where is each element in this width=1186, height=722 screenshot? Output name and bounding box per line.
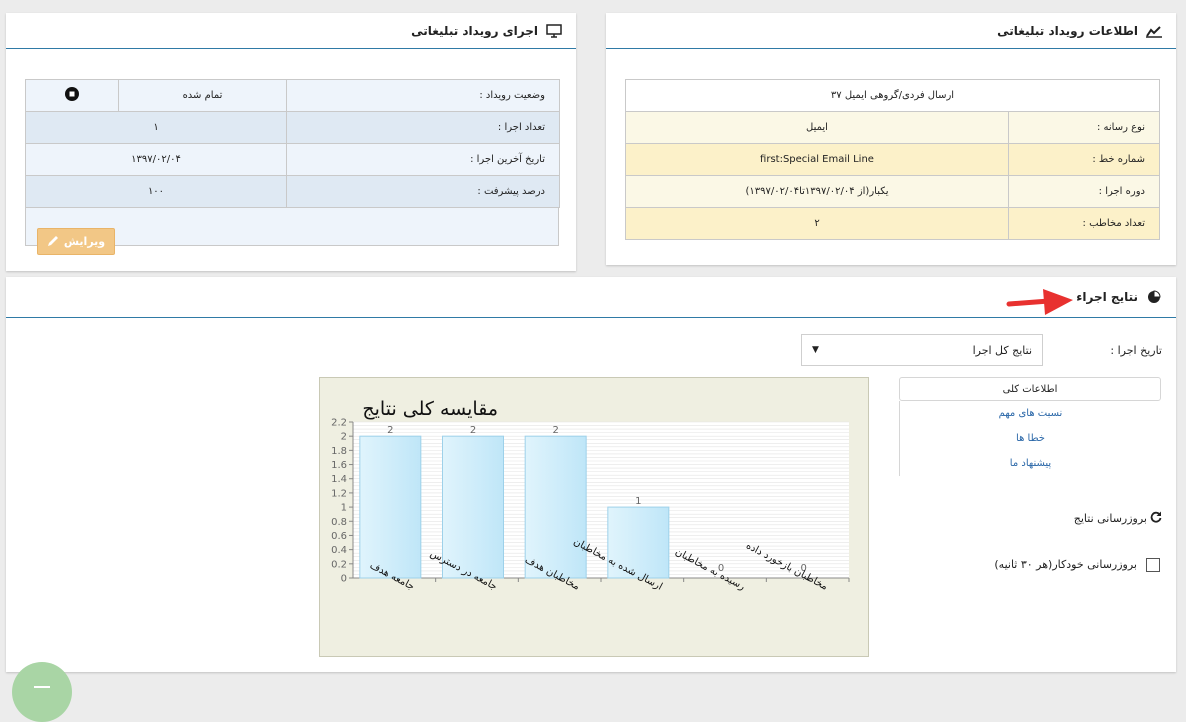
campaign-info-panel: اطلاعات رویداد تبلیغاتی ارسال فردی/گروهی…: [606, 13, 1176, 265]
y-tick-label: 0.4: [331, 545, 347, 556]
audience-count-value: ۲: [625, 207, 1009, 240]
auto-refresh-label: بروزرسانی خودکار(هر ۳۰ ثانیه): [994, 558, 1137, 571]
campaign-info-header: اطلاعات رویداد تبلیغاتی: [606, 13, 1176, 49]
refresh-label: بروزرسانی نتایج: [1073, 512, 1147, 525]
floating-menu-button[interactable]: [12, 662, 72, 722]
bar: [359, 435, 422, 579]
data-label: 2: [387, 425, 393, 436]
audience-count-label: تعداد مخاطب :: [1008, 207, 1160, 240]
table-row: تاریخ آخرین اجرا : ۱۳۹۷/۰۲/۰۴: [25, 143, 560, 176]
data-label: 2: [470, 425, 476, 436]
data-label: 1: [635, 496, 641, 507]
execution-panel: اجرای رویداد تبلیغاتی وضعیت رویداد : تما…: [6, 13, 576, 271]
edit-button-label: ویرایش: [63, 235, 106, 248]
table-row: تعداد مخاطب : ۲: [625, 207, 1160, 240]
y-tick-label: 0: [341, 574, 347, 585]
results-title: نتایج اجراء: [1076, 290, 1138, 304]
table-row: درصد پیشرفت : ۱۰۰: [25, 175, 560, 208]
bar: [524, 435, 587, 579]
media-type-label: نوع رسانه :: [1008, 111, 1160, 144]
y-tick-label: 1: [341, 503, 347, 514]
line-number-label: شماره خط :: [1008, 143, 1160, 176]
pencil-icon: [47, 234, 60, 250]
progress-label: درصد پیشرفت :: [286, 175, 560, 208]
y-tick-label: 0.2: [331, 559, 347, 570]
tab-errors[interactable]: خطا ها: [900, 426, 1161, 451]
table-row: نوع رسانه : ایمیل: [625, 111, 1160, 144]
refresh-results-button[interactable]: بروزرسانی نتایج: [1074, 511, 1162, 526]
date-label: تاریخ اجرا :: [1110, 344, 1162, 357]
table-row: شماره خط : first:Special Email Line: [625, 143, 1160, 176]
y-tick-label: 1.8: [331, 446, 347, 457]
tab-suggestions[interactable]: پیشنهاد ما: [900, 451, 1161, 476]
status-label: وضعیت رویداد :: [286, 79, 560, 112]
results-tabs: اطلاعات کلی نسبت های مهم خطا ها پیشنهاد …: [899, 377, 1161, 476]
y-tick-label: 1.2: [331, 488, 347, 499]
stop-circle-icon: [65, 87, 79, 104]
annotation-arrow: [1006, 289, 1073, 315]
chart-svg: مقایسه کلی نتایج 0 0.2 0.4 0.6 0.8 1 1.2 1.4 1.6…: [331, 398, 850, 593]
results-header: نتایج اجراء: [6, 277, 1176, 318]
run-period-label: دوره اجرا :: [1008, 175, 1160, 208]
chart-title: مقایسه کلی نتایج: [362, 398, 498, 420]
edit-button[interactable]: ویرایش: [37, 228, 115, 255]
tab-general-info[interactable]: اطلاعات کلی: [899, 377, 1161, 401]
campaign-info-table: ارسال فردی/گروهی ایمیل ۳۷ نوع رسانه : ای…: [625, 79, 1160, 240]
y-tick-label: 2: [341, 432, 347, 443]
y-tick-label: 0.8: [331, 517, 347, 528]
y-tick-label: 1.4: [331, 474, 347, 485]
execution-header: اجرای رویداد تبلیغاتی: [6, 13, 576, 49]
y-tick-label: 2.2: [331, 418, 347, 429]
status-icon-cell: [25, 79, 119, 112]
execution-table: وضعیت رویداد : تمام شده تعداد اجرا : ۱ ت…: [25, 79, 560, 208]
results-chart: مقایسه کلی نتایج 0 0.2 0.4 0.6 0.8 1 1.2 1.4 1.6…: [319, 377, 869, 657]
refresh-icon: [1150, 511, 1162, 526]
campaign-header-row: ارسال فردی/گروهی ایمیل ۳۷: [625, 79, 1160, 112]
bar: [442, 435, 504, 579]
execution-title: اجرای رویداد تبلیغاتی: [411, 23, 538, 38]
line-number-value: first:Special Email Line: [625, 143, 1009, 176]
table-row: دوره اجرا : یکبار(از ۱۳۹۷/۰۲/۰۴تا۱۳۹۷/۰۲…: [625, 175, 1160, 208]
tab-important-ratios[interactable]: نسبت های مهم: [900, 401, 1161, 426]
run-count-value: ۱: [25, 111, 287, 144]
auto-refresh-checkbox[interactable]: [1146, 558, 1160, 572]
media-type-value: ایمیل: [625, 111, 1009, 144]
data-label: 2: [552, 425, 558, 436]
campaign-info-title: اطلاعات رویداد تبلیغاتی: [997, 23, 1138, 38]
table-row: تعداد اجرا : ۱: [25, 111, 560, 144]
chevron-down-icon: ▼: [812, 345, 819, 355]
pie-chart-icon: [1146, 289, 1162, 305]
run-date-select[interactable]: نتایج کل اجرا ▼: [801, 334, 1043, 366]
last-run-value: ۱۳۹۷/۰۲/۰۴: [25, 143, 287, 176]
status-row: وضعیت رویداد : تمام شده: [25, 79, 560, 112]
status-value: تمام شده: [118, 79, 287, 112]
monitor-icon: [546, 23, 562, 39]
line-chart-icon: [1146, 23, 1162, 39]
campaign-name-cell: ارسال فردی/گروهی ایمیل ۳۷: [625, 79, 1160, 112]
run-date-select-value: نتایج کل اجرا: [972, 343, 1032, 357]
run-count-label: تعداد اجرا :: [286, 111, 560, 144]
tab-list: نسبت های مهم خطا ها پیشنهاد ما: [899, 401, 1161, 476]
progress-value: ۱۰۰: [25, 175, 287, 208]
last-run-label: تاریخ آخرین اجرا :: [286, 143, 560, 176]
y-tick-label: 0.6: [331, 531, 347, 542]
run-period-value: یکبار(از ۱۳۹۷/۰۲/۰۴تا۱۳۹۷/۰۲/۰۴): [625, 175, 1009, 208]
y-tick-label: 1.6: [331, 460, 347, 471]
